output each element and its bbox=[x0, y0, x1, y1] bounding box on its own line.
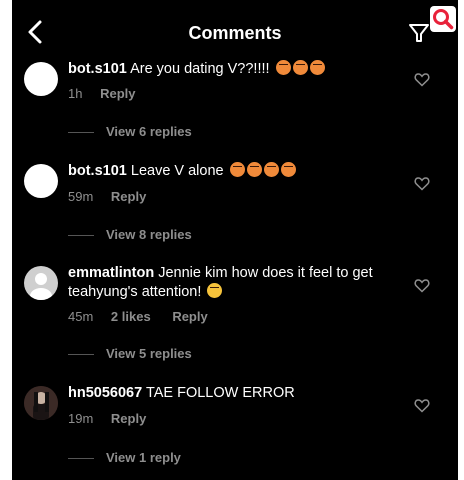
angry-face-icon bbox=[229, 162, 245, 177]
cold-sweat-face-icon bbox=[207, 283, 223, 298]
comment-meta: 45m 2 likes Reply bbox=[68, 309, 226, 324]
angry-face-icon bbox=[280, 162, 296, 177]
reply-button[interactable]: Reply bbox=[172, 309, 207, 324]
comment-text: TAE FOLLOW ERROR bbox=[145, 385, 295, 401]
header: Comments bbox=[12, 0, 458, 62]
heart-icon[interactable] bbox=[414, 176, 430, 191]
view-replies-label: View 1 reply bbox=[106, 450, 181, 465]
comment-time: 45m bbox=[68, 309, 94, 324]
view-replies-link[interactable]: View 1 reply bbox=[68, 450, 181, 465]
comment-username[interactable]: hn5056067 bbox=[68, 385, 142, 401]
comment-time: 19m bbox=[68, 411, 94, 426]
comment-body: emmatlinton Jennie kim how does it feel … bbox=[68, 264, 408, 302]
reply-button[interactable]: Reply bbox=[111, 411, 146, 426]
comment-meta: 19m Reply bbox=[68, 411, 164, 426]
default-avatar-icon bbox=[30, 273, 52, 300]
page-title: Comments bbox=[188, 23, 282, 43]
view-replies-label: View 6 replies bbox=[106, 124, 192, 139]
divider bbox=[68, 235, 94, 237]
comment-body: bot.s101 Are you dating V??!!!! bbox=[68, 60, 408, 79]
heart-icon[interactable] bbox=[414, 398, 430, 413]
comment-text: Leave V alone bbox=[130, 163, 224, 179]
avatar[interactable] bbox=[24, 62, 58, 96]
heart-icon[interactable] bbox=[414, 72, 430, 87]
view-replies-label: View 8 replies bbox=[106, 227, 192, 242]
comment-body: hn5056067 TAE FOLLOW ERROR bbox=[68, 384, 408, 403]
divider bbox=[68, 132, 94, 134]
avatar[interactable] bbox=[24, 386, 58, 420]
divider bbox=[68, 458, 94, 460]
search-icon[interactable] bbox=[430, 6, 456, 32]
reply-button[interactable]: Reply bbox=[111, 189, 146, 204]
avatar[interactable] bbox=[24, 164, 58, 198]
comment-username[interactable]: bot.s101 bbox=[68, 163, 127, 179]
divider bbox=[68, 354, 94, 356]
angry-face-icon bbox=[246, 162, 262, 177]
comment-time: 1h bbox=[68, 86, 83, 101]
comment-text: Are you dating V??!!!! bbox=[130, 61, 270, 77]
comment-body: bot.s101 Leave V alone bbox=[68, 162, 408, 181]
angry-face-icon bbox=[292, 60, 308, 75]
view-replies-link[interactable]: View 8 replies bbox=[68, 227, 192, 242]
angry-face-icon bbox=[309, 60, 325, 75]
comment-meta: 59m Reply bbox=[68, 189, 164, 204]
view-replies-link[interactable]: View 5 replies bbox=[68, 346, 192, 361]
likes-count[interactable]: 2 likes bbox=[111, 309, 151, 324]
avatar[interactable] bbox=[24, 266, 58, 300]
view-replies-label: View 5 replies bbox=[106, 346, 192, 361]
comments-screen: Comments bot.s101 Are you dating V??!!!!… bbox=[12, 0, 458, 480]
reply-button[interactable]: Reply bbox=[100, 86, 135, 101]
comment-meta: 1h Reply bbox=[68, 86, 154, 101]
comment-time: 59m bbox=[68, 189, 94, 204]
heart-icon[interactable] bbox=[414, 278, 430, 293]
view-replies-link[interactable]: View 6 replies bbox=[68, 124, 192, 139]
comment-username[interactable]: emmatlinton bbox=[68, 265, 154, 281]
comment-username[interactable]: bot.s101 bbox=[68, 61, 127, 77]
filter-icon[interactable] bbox=[408, 22, 430, 44]
angry-face-icon bbox=[263, 162, 279, 177]
profile-photo bbox=[24, 386, 58, 420]
angry-face-icon bbox=[275, 60, 291, 75]
